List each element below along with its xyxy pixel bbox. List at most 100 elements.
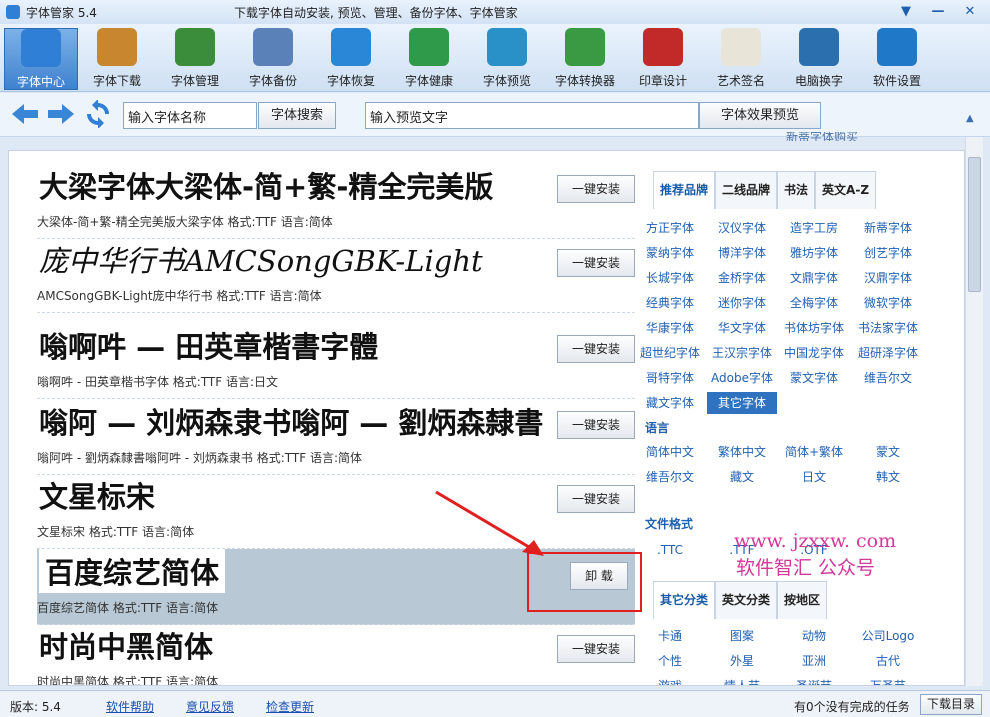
converter-icon [565,28,605,66]
back-arrow-icon[interactable] [10,103,40,125]
category-link[interactable]: 万圣节 [853,675,923,685]
scrollbar-thumb[interactable] [968,157,981,292]
toolbar-seal-design[interactable]: 印章设计 [626,28,700,90]
toolbar-font-backup[interactable]: 字体备份 [236,28,310,90]
brand-link[interactable]: 华文字体 [707,317,777,339]
brand-link[interactable]: 雅坊字体 [779,242,849,264]
font-item[interactable]: 时尚中黑简体 时尚中黑简体 格式:TTF 语言:简体 一键安装 [37,623,635,685]
brand-link[interactable]: 造字工房 [779,217,849,239]
brand-link[interactable]: 长城字体 [635,267,705,289]
check-update-link[interactable]: 检查更新 [266,698,314,715]
feedback-link[interactable]: 意见反馈 [186,698,234,715]
language-link[interactable]: 韩文 [853,466,923,488]
language-link[interactable]: 简体+繁体 [779,441,849,463]
forward-arrow-icon[interactable] [46,103,76,125]
install-button[interactable]: 一键安装 [557,175,635,203]
tab-brand-2[interactable]: 书法 [777,171,816,209]
brand-link[interactable]: 哥特字体 [635,367,705,389]
tab-category-0[interactable]: 其它分类 [653,581,716,619]
brand-link[interactable]: 方正字体 [635,217,705,239]
toolbar-font-preview[interactable]: 字体预览 [470,28,544,90]
language-link[interactable]: 维吾尔文 [635,466,705,488]
tab-brand-0[interactable]: 推荐品牌 [653,171,716,209]
brand-link[interactable]: 经典字体 [635,292,705,314]
brand-link[interactable]: 文鼎字体 [779,267,849,289]
brand-link[interactable]: 王汉宗字体 [707,342,777,364]
brand-link[interactable]: 中国龙字体 [779,342,849,364]
brand-link[interactable]: 超研泽字体 [853,342,923,364]
tab-brand-3[interactable]: 英文A-Z [815,171,877,209]
brand-link[interactable]: 书体坊字体 [779,317,849,339]
font-item[interactable]: 嗡啊吽 — 田英章楷書字體 嗡啊吽 - 田英章楷书字体 格式:TTF 语言:日文 一… [37,323,635,399]
format-link[interactable]: .TTC [635,539,705,561]
category-link[interactable]: 外星 [707,650,777,672]
brand-link[interactable]: 维吾尔文 [853,367,923,389]
brand-link[interactable]: 藏文字体 [635,392,705,414]
brand-link[interactable]: 微软字体 [853,292,923,314]
category-link[interactable]: 情人节 [707,675,777,685]
tab-brand-1[interactable]: 二线品牌 [715,171,778,209]
buy-hint-link[interactable]: 新蒂字体购买 [786,132,858,141]
toolbar-pc-font-change[interactable]: 电脑换字 [782,28,856,90]
category-link[interactable]: 亚洲 [779,650,849,672]
toolbar-font-health[interactable]: 字体健康 [392,28,466,90]
install-button[interactable]: 一键安装 [557,249,635,277]
toolbar-font-center[interactable]: 字体中心 [4,28,78,90]
language-link[interactable]: 日文 [779,466,849,488]
category-link[interactable]: 图案 [707,625,777,647]
install-button[interactable]: 一键安装 [557,485,635,513]
font-name-search-input[interactable]: 输入字体名称 [123,102,257,129]
toolbar-art-signature[interactable]: 艺术签名 [704,28,778,90]
toolbar-settings[interactable]: 软件设置 [860,28,934,90]
category-link[interactable]: 卡通 [635,625,705,647]
brand-link[interactable]: 汉鼎字体 [853,267,923,289]
refresh-icon[interactable] [84,100,112,128]
font-item[interactable]: 大梁字体大梁体-简+繁-精全完美版 大梁体-简+繁-精全完美版大梁字体 格式:TT… [37,163,635,239]
font-search-button[interactable]: 字体搜索 [258,102,336,129]
brand-link[interactable]: 其它字体 [707,392,777,414]
install-button[interactable]: 一键安装 [557,335,635,363]
font-item[interactable]: 嗡阿 — 刘炳森隶书嗡阿 — 劉炳森隸書 嗡阿吽 - 劉炳森隸書嗡阿吽 - 刘炳森… [37,399,635,475]
download-dir-button[interactable]: 下载目录 [919,694,982,715]
font-item[interactable]: 庞中华行书AMCSongGBK-Light AMCSongGBK-Light庞中华… [37,237,635,313]
language-link[interactable]: 简体中文 [635,441,705,463]
brand-link[interactable]: Adobe字体 [707,367,777,389]
brand-link[interactable]: 蒙纳字体 [635,242,705,264]
toolbar-font-download[interactable]: 字体下载 [80,28,154,90]
preview-text-input[interactable]: 输入预览文字 [365,102,699,129]
brand-link[interactable]: 超世纪字体 [635,342,705,364]
brand-link[interactable]: 蒙文字体 [779,367,849,389]
brand-link[interactable]: 博洋字体 [707,242,777,264]
close-button[interactable]: ✕ [956,2,984,20]
category-link[interactable]: 圣诞节 [779,675,849,685]
brand-link[interactable]: 创艺字体 [853,242,923,264]
language-link[interactable]: 蒙文 [853,441,923,463]
brand-link[interactable]: 全梅字体 [779,292,849,314]
category-link[interactable]: 公司Logo [853,625,923,647]
category-link[interactable]: 个性 [635,650,705,672]
nav-scroll-up-icon[interactable]: ▲ [966,113,974,124]
font-preview-button[interactable]: 字体效果预览 [699,102,821,129]
category-link[interactable]: 动物 [779,625,849,647]
tab-category-2[interactable]: 按地区 [777,581,828,619]
install-button[interactable]: 一键安装 [557,411,635,439]
toolbar-font-manage[interactable]: 字体管理 [158,28,232,90]
brand-link[interactable]: 迷你字体 [707,292,777,314]
brand-link[interactable]: 新蒂字体 [853,217,923,239]
brand-link[interactable]: 汉仪字体 [707,217,777,239]
menu-dropdown-icon[interactable]: ▼ [892,2,920,20]
toolbar-font-restore[interactable]: 字体恢复 [314,28,388,90]
minimize-button[interactable]: — [924,2,952,20]
brand-link[interactable]: 书法家字体 [853,317,923,339]
toolbar-font-converter[interactable]: 字体转换器 [548,28,622,90]
brand-link[interactable]: 金桥字体 [707,267,777,289]
category-link[interactable]: 游戏 [635,675,705,685]
language-link[interactable]: 繁体中文 [707,441,777,463]
help-link[interactable]: 软件帮助 [106,698,154,715]
brand-link[interactable]: 华康字体 [635,317,705,339]
language-link[interactable]: 藏文 [707,466,777,488]
category-link[interactable]: 古代 [853,650,923,672]
install-button[interactable]: 一键安装 [557,635,635,663]
tab-category-1[interactable]: 英文分类 [715,581,778,619]
vertical-scrollbar[interactable] [965,137,983,686]
